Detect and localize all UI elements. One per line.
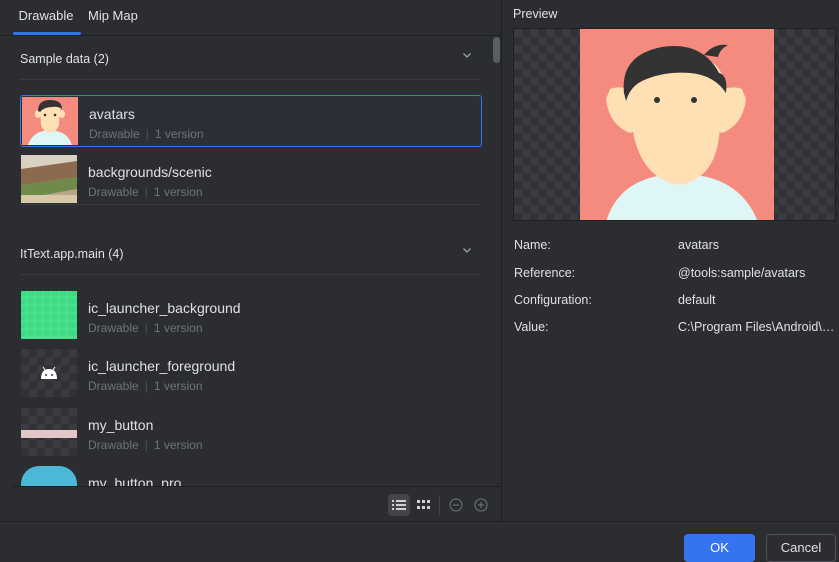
- tab-drawable[interactable]: Drawable: [12, 0, 80, 36]
- item-type: Drawable: [88, 438, 139, 452]
- my-button-thumbnail: [21, 408, 77, 456]
- resource-manager-dialog: Drawable Mip Map Sample data (2) avatars…: [0, 0, 839, 562]
- property-row-reference: Reference: @tools:sample/avatars: [514, 266, 839, 286]
- zoom-in-icon: [474, 498, 488, 512]
- zoom-out-icon: [449, 498, 463, 512]
- list-view-icon: [392, 500, 406, 510]
- preview-image: [513, 28, 836, 221]
- tab-bar: Drawable Mip Map: [0, 0, 502, 36]
- item-name: backgrounds/scenic: [88, 164, 212, 180]
- property-key: Configuration:: [514, 293, 592, 307]
- chevron-down-icon[interactable]: [462, 50, 472, 60]
- item-type: Drawable: [88, 185, 139, 199]
- property-key: Reference:: [514, 266, 576, 280]
- property-key: Value:: [514, 320, 549, 334]
- android-icon: [41, 366, 57, 379]
- property-row-configuration: Configuration: default: [514, 293, 839, 313]
- toolbar-separator: [439, 495, 440, 515]
- item-versions: 1 version: [153, 321, 203, 335]
- item-type: Drawable: [88, 321, 139, 335]
- property-value: C:\Program Files\Android\A...: [678, 320, 839, 334]
- property-row-value: Value: C:\Program Files\Android\A...: [514, 320, 839, 340]
- resource-list-pane: Drawable Mip Map Sample data (2) avatars…: [0, 0, 502, 521]
- item-meta: Drawable | 1 version: [88, 185, 203, 199]
- divider: [20, 204, 480, 205]
- grid-view-button[interactable]: [413, 494, 435, 516]
- group-title: ItText.app.main (4): [20, 247, 124, 261]
- item-meta: Drawable | 1 version: [88, 321, 203, 335]
- tab-mip-map[interactable]: Mip Map: [88, 0, 138, 36]
- item-type: Drawable: [88, 379, 139, 393]
- button-pro-shape: [21, 466, 77, 486]
- preview-pane: Preview Name: avatars Reference: @tools:…: [503, 0, 839, 521]
- avatar-preview: [580, 29, 774, 220]
- group-header-sample-data[interactable]: Sample data (2): [20, 36, 480, 80]
- property-row-name: Name: avatars: [514, 238, 839, 258]
- list-item-backgrounds-scenic[interactable]: backgrounds/scenic Drawable | 1 version: [20, 154, 482, 206]
- button-shape: [21, 430, 77, 438]
- list-item-ic-launcher-background[interactable]: ic_launcher_background Drawable | 1 versio…: [20, 290, 482, 342]
- list-item-avatars[interactable]: avatars Drawable | 1 version: [20, 95, 482, 147]
- chevron-down-icon[interactable]: [462, 245, 472, 255]
- item-name: my_button: [88, 417, 154, 433]
- group-header-app-main[interactable]: ItText.app.main (4): [20, 231, 480, 275]
- item-versions: 1 version: [153, 185, 203, 199]
- tab-selected-indicator: [13, 32, 81, 35]
- cancel-button[interactable]: Cancel: [766, 534, 836, 562]
- item-versions: 1 version: [153, 438, 203, 452]
- item-name: my_button_pro: [88, 475, 182, 486]
- dialog-footer: OK Cancel: [0, 521, 839, 562]
- group-title: Sample data (2): [20, 52, 109, 66]
- vertical-scrollbar[interactable]: [493, 37, 500, 63]
- launcher-foreground-thumbnail: [21, 349, 77, 397]
- item-versions: 1 version: [153, 379, 203, 393]
- item-name: ic_launcher_foreground: [88, 358, 236, 374]
- list-toolbar: [12, 486, 502, 521]
- property-value: default: [678, 293, 716, 307]
- property-key: Name:: [514, 238, 551, 252]
- list-item-my-button-pro[interactable]: my_button_pro: [20, 465, 482, 486]
- property-value: avatars: [678, 238, 719, 252]
- property-value: @tools:sample/avatars: [678, 266, 806, 280]
- ok-button[interactable]: OK: [684, 534, 755, 562]
- preview-label: Preview: [513, 7, 558, 21]
- item-name: ic_launcher_background: [88, 300, 241, 316]
- item-meta: Drawable | 1 version: [89, 127, 204, 141]
- grid-view-icon: [417, 500, 430, 509]
- zoom-in-button[interactable]: [470, 494, 492, 516]
- resource-list[interactable]: Sample data (2) avatars Drawable | 1 ver…: [12, 36, 502, 486]
- item-meta: Drawable | 1 version: [88, 438, 203, 452]
- avatar-thumbnail: [22, 97, 78, 145]
- scenic-thumbnail: [21, 155, 77, 203]
- item-name: avatars: [89, 106, 135, 122]
- zoom-out-button[interactable]: [445, 494, 467, 516]
- list-item-ic-launcher-foreground[interactable]: ic_launcher_foreground Drawable | 1 versio…: [20, 348, 482, 400]
- list-item-my-button[interactable]: my_button Drawable | 1 version: [20, 407, 482, 459]
- item-versions: 1 version: [154, 127, 204, 141]
- item-meta: Drawable | 1 version: [88, 379, 203, 393]
- my-button-pro-thumbnail: [21, 466, 77, 486]
- launcher-background-thumbnail: [21, 291, 77, 339]
- list-view-button[interactable]: [388, 494, 410, 516]
- item-type: Drawable: [89, 127, 140, 141]
